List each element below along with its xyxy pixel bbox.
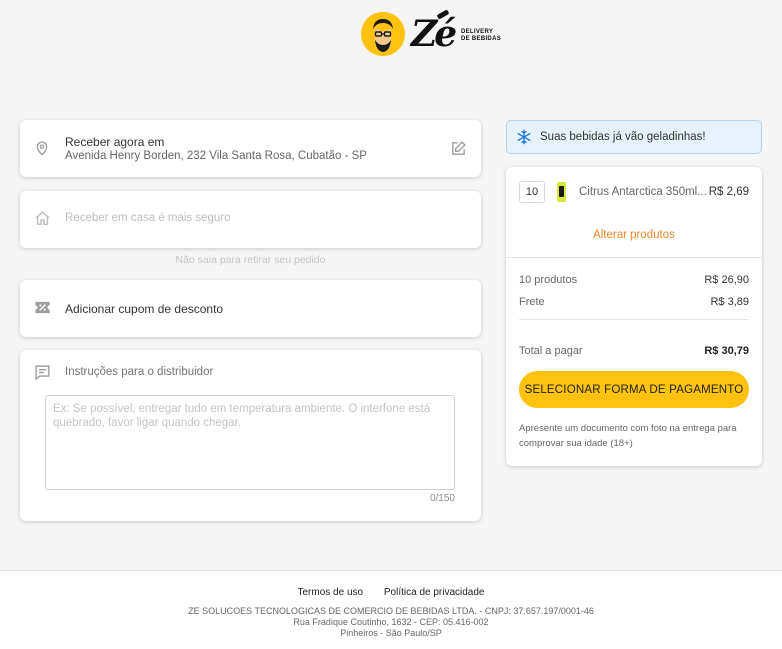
instructions-card: Instruções para o distribuidor 0/150 (20, 350, 481, 521)
product-name: Citrus Antarctica 350ml... (579, 186, 707, 198)
privacy-link[interactable]: Política de privacidade (384, 587, 485, 598)
snowflake-icon (516, 129, 532, 145)
total-value: R$ 30,79 (704, 345, 749, 357)
shipping-value: R$ 3,89 (710, 296, 749, 308)
total-label: Total a pagar (519, 345, 583, 357)
message-icon (34, 364, 51, 381)
address-title: Receber agora em (65, 135, 165, 149)
coupon-label: Adicionar cupom de desconto (65, 302, 224, 316)
coupon-card[interactable]: Adicionar cupom de desconto (20, 280, 481, 337)
company-city: Pinheiros - São Paulo/SP (340, 628, 442, 638)
instructions-textarea[interactable] (45, 395, 455, 490)
company-street: Rua Fradique Coutinho, 1632 - CEP: 05.41… (293, 617, 489, 627)
select-payment-button[interactable]: SELECIONAR FORMA DE PAGAMENTO (519, 371, 749, 408)
shipping-label: Frete (519, 296, 545, 308)
company-info: ZE SOLUCOES TECNOLOGICAS DE COMERCIO DE … (188, 606, 594, 616)
header: Zé DELIVERY DE BEBIDAS (0, 0, 782, 70)
subtotal-label: 10 produtos (519, 274, 578, 286)
instructions-counter: 0/150 (429, 493, 455, 504)
subtotal-value: R$ 26,90 (704, 274, 749, 286)
divider (506, 257, 762, 258)
divider (519, 319, 749, 320)
footer-links: Termos de uso Política de privacidade (0, 587, 782, 598)
home-icon (34, 210, 51, 227)
terms-link[interactable]: Termos de uso (298, 587, 364, 598)
logo-face-icon[interactable] (361, 12, 405, 56)
coupon-icon (34, 300, 51, 315)
product-thumbnail (557, 182, 566, 202)
change-products-link[interactable]: Alterar produtos (506, 229, 762, 241)
home-delivery-note: Não saia para retirar seu pedido (175, 254, 326, 266)
order-summary-card: 10 Citrus Antarctica 350ml... R$ 2,69 Al… (506, 167, 762, 466)
address-line: Avenida Henry Borden, 232 Vila Santa Ros… (65, 150, 367, 162)
delivery-address-card[interactable]: Receber agora em Avenida Henry Borden, 2… (20, 120, 481, 177)
instructions-title: Instruções para o distribuidor (65, 366, 214, 378)
logo-wordmark: Zé (411, 13, 457, 55)
home-delivery-label: Receber em casa é mais seguro (65, 212, 231, 224)
cold-drinks-banner: Suas bebidas já vão geladinhas! (506, 120, 762, 154)
age-notice: Apresente um documento com foto na entre… (519, 423, 737, 449)
home-delivery-card[interactable]: Receber em casa é mais seguro (20, 191, 481, 248)
location-pin-icon (34, 139, 50, 157)
item-quantity[interactable]: 10 (519, 181, 545, 203)
footer: Termos de uso Política de privacidade ZE… (0, 570, 782, 649)
edit-icon[interactable] (450, 140, 467, 157)
banner-text: Suas bebidas já vão geladinhas! (540, 131, 706, 143)
product-price: R$ 2,69 (708, 186, 749, 198)
logo-tagline: DELIVERY DE BEBIDAS (461, 29, 502, 42)
